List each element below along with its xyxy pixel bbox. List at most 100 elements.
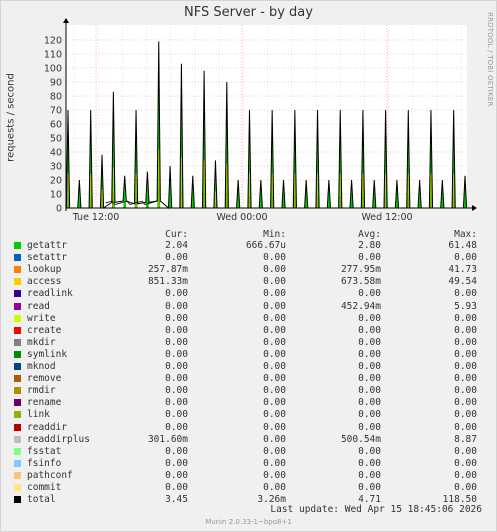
legend-row-rmdir: rmdir 0.00 0.00 0.00 0.00 <box>0 385 497 397</box>
legend-min: 0.00 <box>263 264 286 276</box>
legend-swatch <box>14 254 21 262</box>
legend-max: 0.00 <box>454 409 477 421</box>
legend-swatch <box>14 290 21 298</box>
legend-name: mknod <box>27 361 56 372</box>
munin-footer: Munin 2.0.33-1~bpo8+1 <box>205 518 292 526</box>
legend-avg: 0.00 <box>358 288 381 300</box>
legend-row-symlink: symlink 0.00 0.00 0.00 0.00 <box>0 349 497 361</box>
legend-min: 0.00 <box>263 433 286 445</box>
legend-name: remove <box>27 373 62 385</box>
legend-cur: 851.33m <box>147 276 188 288</box>
legend-min: 0.00 <box>263 445 286 457</box>
legend-swatch <box>14 278 21 286</box>
legend-name: write <box>27 312 56 324</box>
x-tick-label: Wed 12:00 <box>361 212 412 223</box>
legend-min: 0.00 <box>263 348 286 360</box>
legend-min: 0.00 <box>263 300 286 312</box>
legend-min: 0.00 <box>263 421 286 433</box>
legend-max: 61.48 <box>448 240 477 251</box>
legend-max: 0.00 <box>454 457 477 469</box>
legend-swatch <box>14 363 21 370</box>
legend-name: create <box>27 324 62 336</box>
legend-avg: 0.00 <box>358 348 381 360</box>
legend-max: 0.00 <box>454 397 477 409</box>
legend-avg: 0.00 <box>358 457 381 469</box>
legend-max: 0.00 <box>454 469 477 481</box>
legend-max: 0.00 <box>454 324 477 336</box>
legend-max: 0.00 <box>454 385 477 397</box>
y-tick-label: 110 <box>44 50 62 61</box>
legend-cur: 0.00 <box>165 421 188 433</box>
legend-name: rmdir <box>27 385 56 397</box>
legend-max: 0.00 <box>454 336 477 348</box>
legend-row-rename: rename 0.00 0.00 0.00 0.00 <box>0 397 497 409</box>
legend-name: readdir <box>27 421 68 433</box>
legend-swatch <box>14 350 21 358</box>
legend-min: 0.00 <box>263 324 286 336</box>
legend-name: lookup <box>27 264 62 276</box>
legend-max: 0.00 <box>454 252 477 264</box>
legend-max: 0.00 <box>454 312 477 324</box>
legend-max: 0.00 <box>454 361 477 372</box>
legend-avg: 0.00 <box>358 373 381 385</box>
legend-name: setattr <box>27 252 68 264</box>
legend-max: 5.93 <box>454 300 477 312</box>
legend-avg: 0.00 <box>358 445 381 457</box>
x-axis-arrow <box>472 205 477 211</box>
header-avg: Avg: <box>358 229 381 240</box>
last-update: Last update: Wed Apr 15 18:45:06 2026 <box>270 504 482 515</box>
legend-row-write: write 0.00 0.00 0.00 0.00 <box>0 313 497 325</box>
legend-max: 0.00 <box>454 348 477 360</box>
legend-swatch <box>14 496 21 504</box>
legend-max: 0.00 <box>454 445 477 457</box>
legend-cur: 0.00 <box>165 482 188 493</box>
legend-row-read: read 0.00 0.00 452.94m 5.93 <box>0 301 497 313</box>
x-tick-label: Tue 12:00 <box>72 212 120 223</box>
legend-avg: 2.80 <box>358 240 381 251</box>
legend-row-readdirplus: readdirplus 301.60m 0.00 500.54m 8.87 <box>0 434 497 446</box>
legend-row-readdir: readdir 0.00 0.00 0.00 0.00 <box>0 422 497 434</box>
legend-swatch <box>14 447 21 455</box>
y-tick-label: 120 <box>44 36 62 47</box>
legend-row-create: create 0.00 0.00 0.00 0.00 <box>0 325 497 337</box>
header-max: Max: <box>454 229 477 240</box>
header-min: Min: <box>263 229 286 240</box>
y-tick-label: 10 <box>50 190 62 201</box>
legend-name: mkdir <box>27 336 56 348</box>
legend-row-lookup: lookup 257.87m 0.00 277.95m 41.73 <box>0 264 497 276</box>
legend-swatch <box>14 242 21 249</box>
legend-name: access <box>27 276 62 288</box>
legend-name: link <box>27 409 50 421</box>
legend-min: 666.67u <box>245 240 286 251</box>
legend-avg: 0.00 <box>358 409 381 421</box>
legend-swatch <box>14 314 21 322</box>
legend-swatch <box>14 375 21 383</box>
legend-cur: 0.00 <box>165 348 188 360</box>
legend-min: 0.00 <box>263 385 286 397</box>
plot-area: 0 10 20 30 40 50 60 70 80 90 100 110 120 Tue 12:00 Wed… <box>44 18 477 223</box>
legend-avg: 0.00 <box>358 324 381 336</box>
legend-name: readdirplus <box>27 433 90 445</box>
legend-name: readlink <box>27 288 73 300</box>
legend-swatch <box>14 266 21 274</box>
y-tick-label: 80 <box>50 92 62 103</box>
legend-min: 0.00 <box>263 457 286 469</box>
legend-row-fsinfo: fsinfo 0.00 0.00 0.00 0.00 <box>0 458 497 470</box>
y-tick-label: 0 <box>56 204 62 215</box>
legend-row-link: link 0.00 0.00 0.00 0.00 <box>0 409 497 421</box>
legend-min: 0.00 <box>263 409 286 421</box>
legend-name: read <box>27 300 50 312</box>
legend-name: symlink <box>27 348 68 360</box>
legend-cur: 0.00 <box>165 336 188 348</box>
legend-max: 41.73 <box>448 264 477 276</box>
legend-name: getattr <box>27 240 68 251</box>
legend-cur: 0.00 <box>165 445 188 457</box>
legend-cur: 0.00 <box>165 288 188 300</box>
legend-cur: 0.00 <box>165 385 188 397</box>
legend-swatch <box>14 338 21 346</box>
legend-swatch <box>14 302 21 310</box>
legend-max: 0.00 <box>454 373 477 385</box>
legend-name: pathconf <box>27 469 73 481</box>
legend-cur: 0.00 <box>165 373 188 385</box>
legend-name: commit <box>27 482 62 493</box>
